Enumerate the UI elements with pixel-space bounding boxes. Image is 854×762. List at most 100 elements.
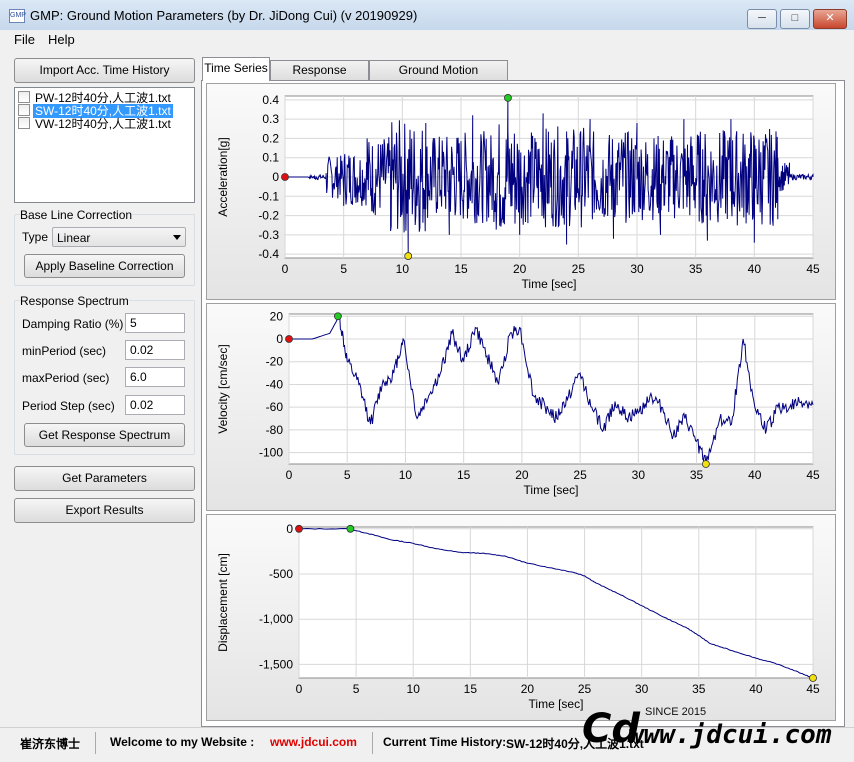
x-tick-label: 45 — [806, 682, 820, 696]
y-tick-label: -1,500 — [259, 657, 293, 671]
period-step-label: Period Step (sec) — [22, 399, 115, 413]
close-button[interactable]: ✕ — [813, 9, 847, 29]
checkbox[interactable] — [18, 104, 30, 116]
status-divider — [372, 732, 373, 754]
plot-area — [298, 526, 814, 679]
x-tick-label: 5 — [353, 682, 360, 696]
title-bar[interactable]: GMP GMP: Ground Motion Parameters (by Dr… — [0, 0, 854, 31]
x-tick-label: 25 — [573, 468, 587, 482]
menu-help[interactable]: Help — [48, 32, 75, 47]
list-item[interactable]: PW-12时40分,人工波1.txt — [18, 91, 173, 105]
file-list[interactable]: PW-12时40分,人工波1.txt SW-12时40分,人工波1.txt VW… — [14, 87, 195, 203]
y-tick-label: 0.4 — [262, 93, 279, 107]
y-tick-label: -60 — [266, 400, 284, 414]
x-axis-label: Time [sec] — [522, 277, 577, 291]
y-tick-label: 0.2 — [262, 131, 279, 145]
list-item[interactable]: VW-12时40分,人工波1.txt — [18, 117, 173, 131]
displacement-chart-svg: 0 5 10 15 20 25 30 35 40 45 0 -500 -1,000 -1,500 Time … — [216, 522, 820, 711]
max-marker — [334, 312, 342, 321]
y-tick-label: -40 — [266, 377, 284, 391]
max-period-field[interactable]: 6.0 — [125, 367, 185, 387]
min-period-field[interactable]: 0.02 — [125, 340, 185, 360]
x-tick-label: 20 — [515, 468, 529, 482]
velocity-chart-svg: 0 5 10 15 20 25 30 35 40 45 20 0 -20 -40 -60 -80 -100 Tim… — [216, 309, 820, 497]
get-response-spectrum-button[interactable]: Get Response Spectrum — [24, 423, 185, 447]
x-tick-label: 45 — [806, 468, 820, 482]
x-tick-label: 35 — [689, 262, 703, 276]
min-period-label: minPeriod (sec) — [22, 344, 107, 358]
export-results-button[interactable]: Export Results — [14, 498, 195, 523]
baseline-correction-label: Base Line Correction — [20, 208, 133, 222]
tab-response-spectra[interactable]: Response Spectra — [270, 60, 369, 95]
checkbox[interactable] — [18, 91, 30, 103]
maximize-button[interactable]: □ — [780, 9, 810, 29]
y-axis-label: Velocity [cm/sec] — [216, 344, 230, 433]
window-title: GMP: Ground Motion Parameters (by Dr. Ji… — [30, 8, 418, 23]
checkbox[interactable] — [18, 117, 30, 129]
x-tick-label: 0 — [296, 682, 303, 696]
menu-file[interactable]: File — [14, 32, 35, 47]
menu-bar: File Help — [0, 30, 854, 50]
min-marker — [404, 252, 413, 260]
x-tick-label: 35 — [692, 682, 706, 696]
y-tick-label: -0.3 — [258, 228, 279, 242]
tab-ground-motion-parameters[interactable]: Ground Motion Parameters — [369, 60, 508, 95]
x-tick-label: 30 — [632, 468, 646, 482]
x-tick-label: 30 — [635, 682, 649, 696]
tab-time-series[interactable]: Time Series — [202, 57, 270, 81]
x-tick-label: 25 — [572, 262, 586, 276]
y-tick-label: 0 — [272, 170, 279, 184]
x-tick-label: 20 — [521, 682, 535, 696]
chevron-down-icon — [173, 235, 181, 240]
y-tick-label: 20 — [270, 309, 284, 323]
y-axis-label: Displacement [cm] — [216, 553, 230, 652]
x-tick-label: 10 — [396, 262, 410, 276]
response-spectrum-label: Response Spectrum — [20, 294, 129, 308]
app-icon: GMP — [9, 9, 26, 23]
x-tick-label: 15 — [457, 468, 471, 482]
max-marker — [504, 94, 512, 102]
acceleration-chart-svg: 0 5 10 15 20 25 30 35 40 45 0.4 0.3 0.2 0.1 0 -0.1 -0.2 -… — [216, 93, 820, 291]
y-tick-label: -0.1 — [258, 189, 279, 203]
time-series-page: 0 5 10 15 20 25 30 35 40 45 0.4 0.3 0.2 0.1 0 -0.1 -0.2 -… — [201, 80, 845, 727]
watermark-url: www.jdcui.com — [628, 720, 832, 750]
damping-ratio-field[interactable]: 5 — [125, 313, 185, 333]
list-item[interactable]: SW-12时40分,人工波1.txt — [18, 104, 173, 118]
plot-area — [288, 313, 814, 465]
minimize-button[interactable]: ─ — [747, 9, 777, 29]
y-tick-label: 0 — [276, 332, 283, 346]
x-tick-label: 5 — [344, 468, 351, 482]
current-time-history-label: Current Time History: — [383, 735, 507, 749]
min-marker — [701, 460, 710, 468]
watermark-since: SINCE 2015 — [645, 706, 707, 718]
x-tick-label: 40 — [748, 262, 762, 276]
x-tick-label: 10 — [399, 468, 413, 482]
x-tick-label: 0 — [282, 262, 289, 276]
import-acc-time-history-button[interactable]: Import Acc. Time History — [14, 58, 195, 83]
baseline-type-select[interactable]: Linear — [52, 227, 186, 247]
x-tick-label: 5 — [340, 262, 347, 276]
y-tick-label: -100 — [259, 446, 283, 460]
x-tick-label: 30 — [630, 262, 644, 276]
period-step-field[interactable]: 0.02 — [125, 395, 185, 415]
displacement-chart: 0 5 10 15 20 25 30 35 40 45 0 -500 -1,000 -1,500 Time … — [206, 514, 836, 721]
start-marker — [281, 173, 289, 181]
start-marker — [295, 524, 303, 533]
status-divider — [95, 732, 96, 754]
y-tick-label: -0.2 — [258, 209, 279, 223]
get-parameters-button[interactable]: Get Parameters — [14, 466, 195, 491]
velocity-chart: 0 5 10 15 20 25 30 35 40 45 20 0 -20 -40 -60 -80 -100 Tim… — [206, 303, 836, 511]
y-tick-label: 0.3 — [262, 112, 279, 126]
website-link[interactable]: www.jdcui.com — [270, 735, 357, 749]
x-tick-label: 10 — [407, 682, 421, 696]
x-axis-label: Time [sec] — [529, 697, 584, 711]
y-tick-label: 0 — [286, 522, 293, 536]
y-tick-label: -1,000 — [259, 612, 293, 626]
y-axis-label: Acceleration[g] — [216, 137, 230, 216]
x-tick-label: 15 — [464, 682, 478, 696]
start-marker — [285, 335, 293, 343]
watermark: Cd SINCE 2015 www.jdcui.com — [578, 702, 854, 757]
apply-baseline-correction-button[interactable]: Apply Baseline Correction — [24, 254, 185, 278]
x-tick-label: 25 — [578, 682, 592, 696]
x-tick-label: 40 — [749, 682, 763, 696]
